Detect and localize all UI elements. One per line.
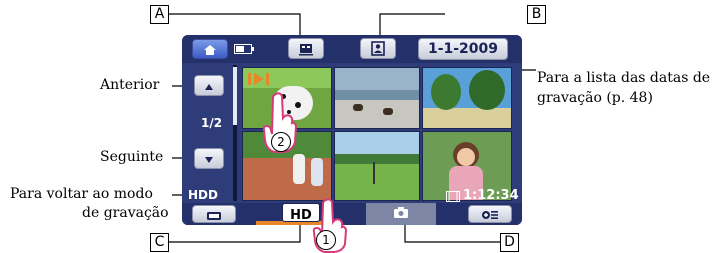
label-lista-line2: gravação (p. 48) <box>537 90 653 106</box>
home-button[interactable] <box>192 39 228 59</box>
callout-b: B <box>527 5 546 24</box>
label-seguinte: Seguinte <box>100 149 164 165</box>
duration-label: 1:12:34 <box>463 188 519 203</box>
storage-label: HDD <box>188 188 218 202</box>
thumbnail-palm-trees[interactable] <box>422 67 512 129</box>
camcorder-mode-icon <box>207 212 221 220</box>
callout-d: D <box>500 233 519 252</box>
play-icon[interactable] <box>247 71 277 87</box>
next-button[interactable] <box>194 148 224 169</box>
home-icon <box>204 45 216 55</box>
options-icon <box>482 211 498 219</box>
film-counter-icon <box>446 191 460 202</box>
label-voltar-line2: de gravação <box>82 205 169 221</box>
step1-marker: 1 <box>316 230 336 250</box>
up-arrow-icon <box>205 84 213 90</box>
person-frame-icon <box>371 41 385 56</box>
previous-button[interactable] <box>194 75 224 96</box>
label-anterior: Anterior <box>100 77 160 93</box>
scrollbar-thumb[interactable] <box>233 67 237 125</box>
step1-number: 1 <box>322 233 330 247</box>
thumbnail-golf[interactable] <box>334 131 420 201</box>
scrollbar[interactable] <box>233 65 237 201</box>
label-lista-line1: Para a lista das datas de <box>537 70 711 86</box>
down-arrow-icon <box>205 157 213 163</box>
movie-view-button[interactable] <box>288 38 324 59</box>
label-voltar-line1: Para voltar ao modo <box>10 186 153 202</box>
record-mode-button[interactable] <box>192 205 236 223</box>
date-button[interactable]: 1-1-2009 <box>418 38 508 60</box>
face-index-button[interactable] <box>360 38 396 59</box>
options-button[interactable] <box>468 205 512 223</box>
hd-label: HD <box>290 208 312 223</box>
battery-icon <box>234 44 254 54</box>
step2-marker: 2 <box>271 132 291 152</box>
callout-c: C <box>150 233 169 252</box>
callout-a: A <box>150 5 169 24</box>
page-indicator: 1/2 <box>201 116 223 130</box>
thumbnail-beach-dogs[interactable] <box>334 67 420 129</box>
step2-number: 2 <box>277 135 285 149</box>
film-strip-icon <box>299 44 313 56</box>
camera-icon[interactable] <box>393 206 409 219</box>
camcorder-screen: 1-1-2009 1/2 HDD 1:12:34 HD <box>182 35 522 225</box>
